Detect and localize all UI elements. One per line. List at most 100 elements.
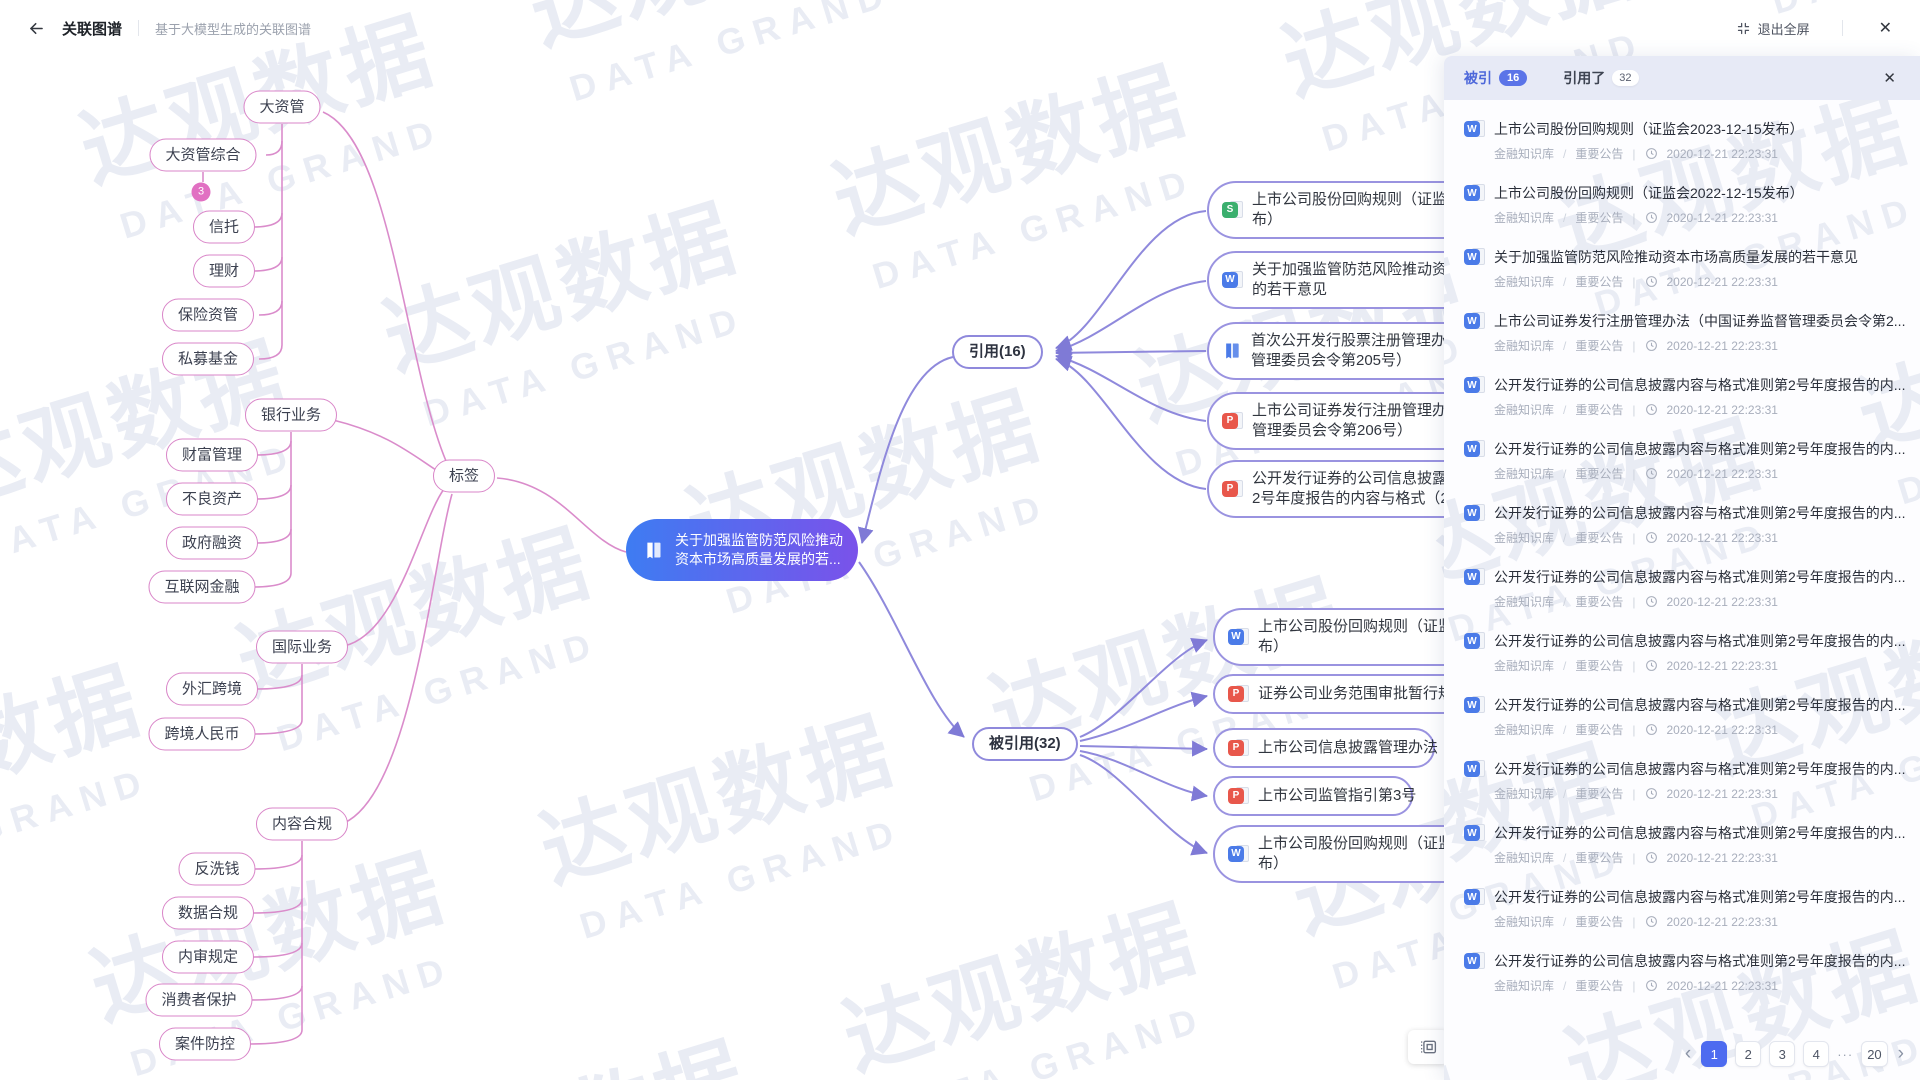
list-item[interactable]: W公开发行证券的公司信息披露内容与格式准则第2号年度报告的内...金融知识库/重… [1464, 558, 1906, 622]
list-item-time: 2020-12-21 22:23:31 [1667, 595, 1778, 609]
panel-tab-bar: 被引 16 引用了 32 ✕ [1444, 56, 1920, 100]
minimap-button[interactable] [1408, 1030, 1448, 1064]
tag-node-政府融资[interactable]: 政府融资 [166, 527, 258, 560]
list-item-title: 公开发行证券的公司信息披露内容与格式准则第2号年度报告的内... [1494, 439, 1906, 459]
list-item-title: 上市公司股份回购规则（证监会2022-12-15发布） [1494, 183, 1906, 203]
pagination-page-3[interactable]: 3 [1769, 1041, 1795, 1067]
clock-icon [1645, 979, 1658, 992]
book-icon [1222, 341, 1242, 361]
cited-by-group-node[interactable]: 被引用(32) [972, 727, 1078, 761]
list-item[interactable]: W公开发行证券的公司信息披露内容与格式准则第2号年度报告的内...金融知识库/重… [1464, 494, 1906, 558]
list-item[interactable]: W关于加强监管防范风险推动资本市场高质量发展的若干意见金融知识库/重要公告|20… [1464, 238, 1906, 302]
list-item[interactable]: W公开发行证券的公司信息披露内容与格式准则第2号年度报告的内...金融知识库/重… [1464, 366, 1906, 430]
tag-node-反洗钱[interactable]: 反洗钱 [178, 853, 255, 886]
pagination-page-20[interactable]: 20 [1861, 1041, 1887, 1067]
word-doc-icon: W [1228, 844, 1249, 864]
clock-icon [1645, 467, 1658, 480]
list-item-tag: 重要公告 [1575, 273, 1623, 290]
list-item-title: 上市公司证券发行注册管理办法（中国证券监督管理委员会令第2... [1494, 311, 1906, 331]
list-item[interactable]: W公开发行证券的公司信息披露内容与格式准则第2号年度报告的内...金融知识库/重… [1464, 686, 1906, 750]
word-doc-icon: W [1464, 631, 1485, 651]
word-doc-icon: W [1464, 503, 1485, 523]
tag-node-跨境人民币[interactable]: 跨境人民币 [148, 718, 255, 751]
tag-node-大资管综合[interactable]: 大资管综合 [149, 139, 256, 172]
exit-fullscreen-button[interactable]: 退出全屏 [1736, 19, 1810, 38]
list-item-time: 2020-12-21 22:23:31 [1667, 275, 1778, 289]
pagination-next[interactable]: › [1896, 1041, 1906, 1067]
clock-icon [1645, 211, 1658, 224]
header-divider-2 [1842, 20, 1843, 36]
central-document-node[interactable]: 关于加强监管防范风险推动 资本市场高质量发展的若... [626, 519, 858, 581]
list-item-tag: 重要公告 [1575, 465, 1623, 482]
word-doc-icon: W [1464, 887, 1485, 907]
exit-fullscreen-icon [1736, 21, 1751, 36]
pagination-prev[interactable]: ‹ [1683, 1041, 1693, 1067]
tag-node-理财[interactable]: 理财 [193, 255, 255, 288]
tag-node-不良资产[interactable]: 不良资产 [166, 483, 258, 516]
tag-node-案件防控[interactable]: 案件防控 [159, 1028, 251, 1061]
tag-node-互联网金融[interactable]: 互联网金融 [148, 571, 255, 604]
sheet-doc-icon: S [1222, 200, 1243, 220]
tag-node-大资管[interactable]: 大资管 [243, 91, 320, 124]
list-item-time: 2020-12-21 22:23:31 [1667, 787, 1778, 801]
page-title: 关联图谱 [62, 18, 122, 39]
tag-node-内容合规[interactable]: 内容合规 [256, 808, 348, 841]
list-item-tag: 重要公告 [1575, 337, 1623, 354]
clock-icon [1645, 339, 1658, 352]
clock-icon [1645, 595, 1658, 608]
list-item-source: 金融知识库 [1494, 465, 1554, 482]
pdf-doc-icon: P [1228, 786, 1249, 806]
tag-node-消费者保护[interactable]: 消费者保护 [145, 984, 252, 1017]
clock-icon [1645, 915, 1658, 928]
clock-icon [1645, 147, 1658, 160]
document-node[interactable]: P上市公司信息披露管理办法 [1213, 728, 1435, 768]
pagination: ‹1234···20› [1683, 1041, 1906, 1067]
list-item[interactable]: W公开发行证券的公司信息披露内容与格式准则第2号年度报告的内...金融知识库/重… [1464, 750, 1906, 814]
list-item-title: 公开发行证券的公司信息披露内容与格式准则第2号年度报告的内... [1494, 695, 1906, 715]
list-item[interactable]: W公开发行证券的公司信息披露内容与格式准则第2号年度报告的内...金融知识库/重… [1464, 878, 1906, 942]
list-item-source: 金融知识库 [1494, 785, 1554, 802]
back-button[interactable] [24, 16, 48, 40]
document-node[interactable]: P上市公司监管指引第3号 [1213, 776, 1413, 816]
list-item-time: 2020-12-21 22:23:31 [1667, 403, 1778, 417]
tag-node-信托[interactable]: 信托 [193, 211, 255, 244]
tag-node-数据合规[interactable]: 数据合规 [162, 897, 254, 930]
clock-icon [1645, 787, 1658, 800]
tag-node-内审规定[interactable]: 内审规定 [162, 941, 254, 974]
tag-node-国际业务[interactable]: 国际业务 [256, 631, 348, 664]
list-item-tag: 重要公告 [1575, 913, 1623, 930]
list-item[interactable]: W公开发行证券的公司信息披露内容与格式准则第2号年度报告的内...金融知识库/重… [1464, 622, 1906, 686]
page-subtitle: 基于大模型生成的关联图谱 [155, 19, 311, 38]
tag-node-私募基金[interactable]: 私募基金 [162, 343, 254, 376]
pagination-page-4[interactable]: 4 [1803, 1041, 1829, 1067]
list-item-title: 公开发行证券的公司信息披露内容与格式准则第2号年度报告的内... [1494, 759, 1906, 779]
tab-cites[interactable]: 引用了 32 [1563, 68, 1638, 88]
list-item[interactable]: W公开发行证券的公司信息披露内容与格式准则第2号年度报告的内...金融知识库/重… [1464, 430, 1906, 494]
tag-node-外汇跨境[interactable]: 外汇跨境 [166, 673, 258, 706]
tag-node-银行业务[interactable]: 银行业务 [245, 399, 337, 432]
panel-close-button[interactable]: ✕ [1879, 67, 1900, 89]
pagination-page-2[interactable]: 2 [1735, 1041, 1761, 1067]
word-doc-icon: W [1222, 270, 1243, 290]
tag-node-标签[interactable]: 标签 [433, 460, 495, 493]
list-item-time: 2020-12-21 22:23:31 [1667, 211, 1778, 225]
list-item-source: 金融知识库 [1494, 145, 1554, 162]
list-item-tag: 重要公告 [1575, 593, 1623, 610]
tag-node-保险资管[interactable]: 保险资管 [162, 299, 254, 332]
list-item[interactable]: W公开发行证券的公司信息披露内容与格式准则第2号年度报告的内...金融知识库/重… [1464, 942, 1906, 1006]
list-item[interactable]: W公开发行证券的公司信息披露内容与格式准则第2号年度报告的内...金融知识库/重… [1464, 814, 1906, 878]
tag-node-财富管理[interactable]: 财富管理 [166, 439, 258, 472]
pagination-page-1[interactable]: 1 [1701, 1041, 1727, 1067]
exit-fullscreen-label: 退出全屏 [1758, 19, 1810, 38]
list-item-tag: 重要公告 [1575, 977, 1623, 994]
clock-icon [1645, 659, 1658, 672]
list-item[interactable]: W上市公司证券发行注册管理办法（中国证券监督管理委员会令第2...金融知识库/重… [1464, 302, 1906, 366]
header-close-button[interactable]: ✕ [1875, 16, 1896, 40]
list-item[interactable]: W上市公司股份回购规则（证监会2023-12-15发布）金融知识库/重要公告|2… [1464, 110, 1906, 174]
list-item-source: 金融知识库 [1494, 529, 1554, 546]
list-item-title: 公开发行证券的公司信息披露内容与格式准则第2号年度报告的内... [1494, 503, 1906, 523]
cites-group-node[interactable]: 引用(16) [952, 335, 1043, 369]
tab-cited-by[interactable]: 被引 16 [1464, 68, 1527, 88]
word-doc-icon: W [1228, 627, 1249, 647]
list-item[interactable]: W上市公司股份回购规则（证监会2022-12-15发布）金融知识库/重要公告|2… [1464, 174, 1906, 238]
